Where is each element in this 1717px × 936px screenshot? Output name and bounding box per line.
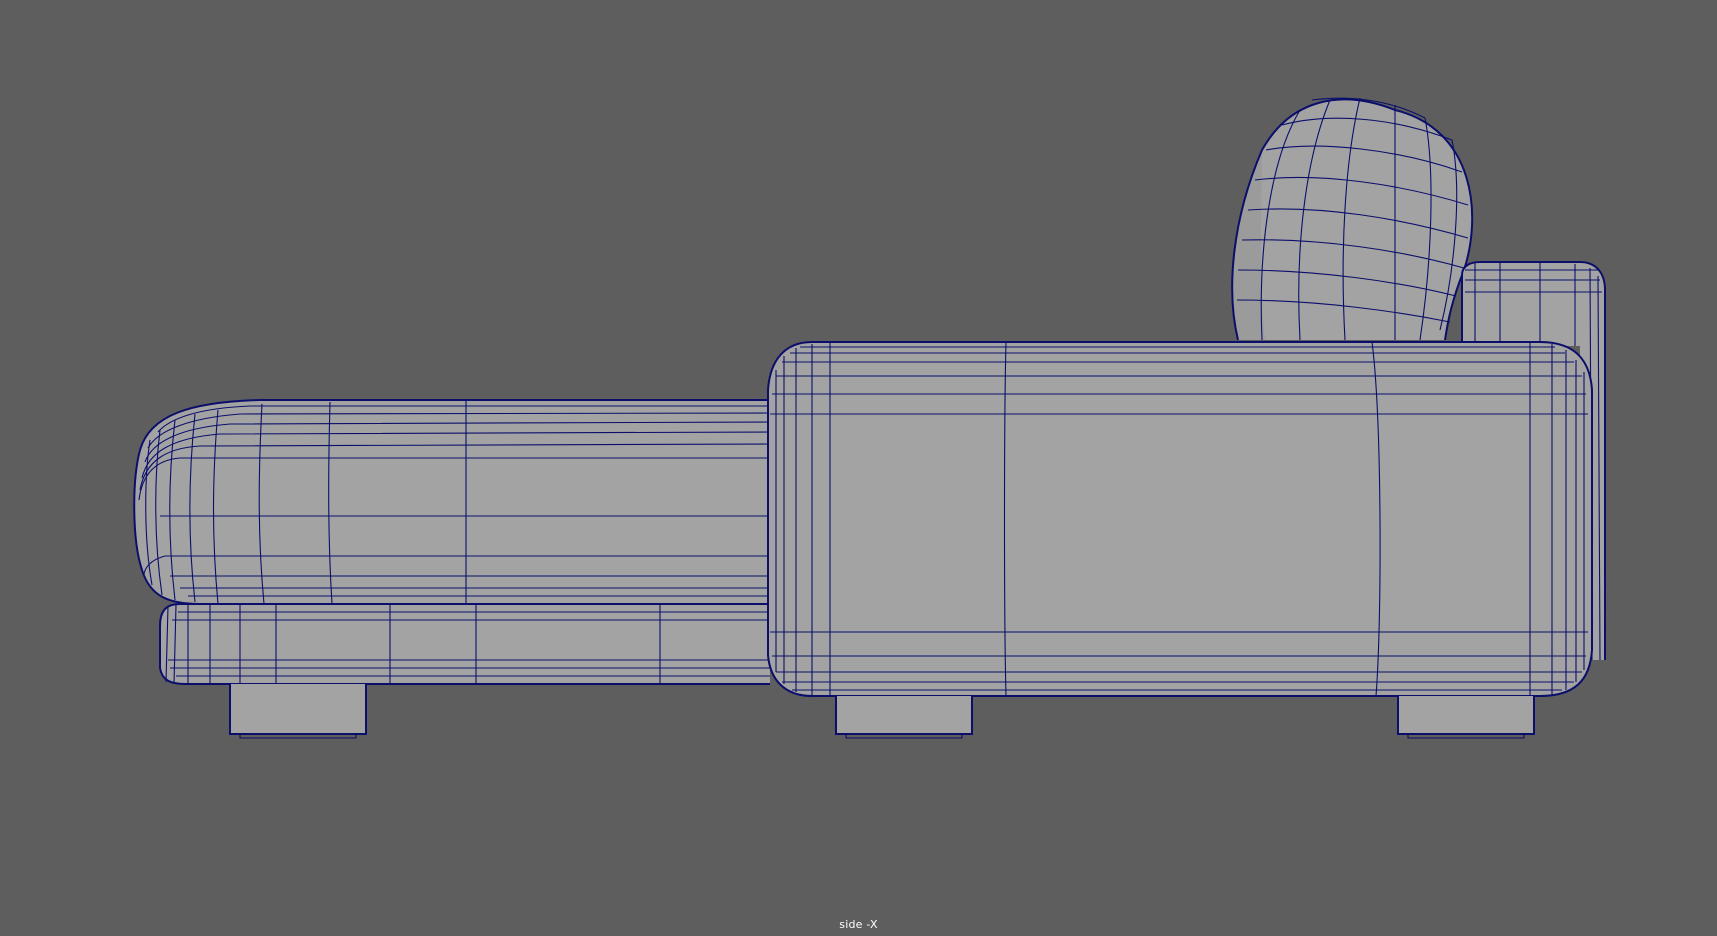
- sofa-wireframe-model[interactable]: [0, 0, 1717, 936]
- chaise-base-mesh[interactable]: [159, 603, 770, 685]
- chaise-seat-cushion-mesh[interactable]: [133, 399, 771, 605]
- leg-left-mesh[interactable]: [229, 684, 367, 739]
- camera-name-label: side -X: [839, 918, 878, 931]
- maya-side-viewport[interactable]: side -X: [0, 0, 1717, 936]
- leg-right-mesh[interactable]: [1397, 696, 1535, 739]
- back-pillow-mesh[interactable]: [1231, 97, 1474, 341]
- leg-middle-mesh[interactable]: [835, 696, 973, 739]
- main-sofa-block-mesh[interactable]: [767, 341, 1593, 697]
